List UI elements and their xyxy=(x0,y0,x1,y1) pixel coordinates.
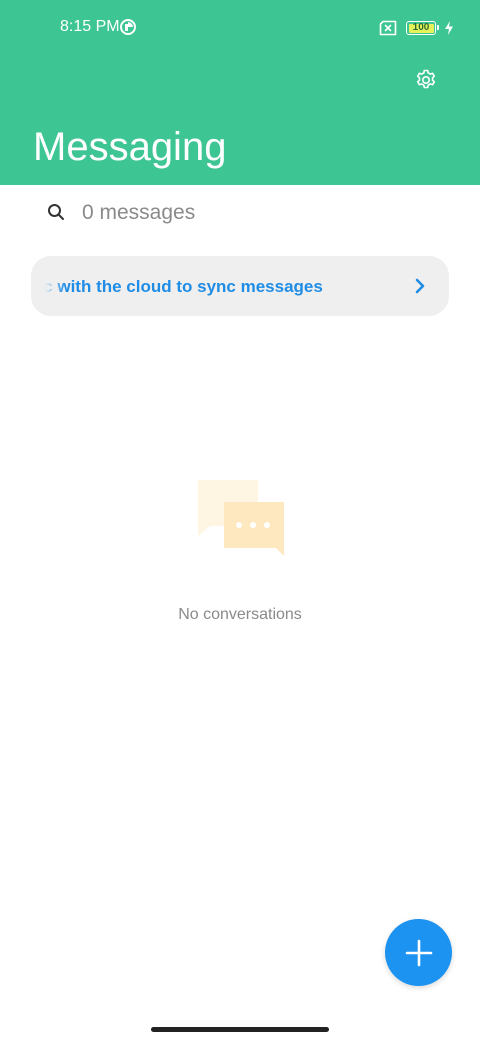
banner-fade xyxy=(31,256,65,316)
page-title: Messaging xyxy=(33,125,227,169)
new-conversation-button[interactable] xyxy=(385,919,452,986)
battery-level: 100 xyxy=(412,22,430,33)
app-header: 8:15 PM 100 Messaging xyxy=(0,0,480,185)
settings-button[interactable] xyxy=(408,62,444,98)
app-notification-icon xyxy=(120,19,136,35)
bolt-icon xyxy=(444,21,454,35)
search-bar[interactable]: 0 messages xyxy=(0,188,480,238)
plus-icon xyxy=(405,939,432,966)
cloud-sync-text: Sync with the cloud to sync messages xyxy=(31,277,323,296)
home-indicator[interactable] xyxy=(151,1027,329,1032)
status-time: 8:15 PM xyxy=(60,18,120,35)
battery-indicator: 100 xyxy=(406,21,439,35)
search-placeholder: 0 messages xyxy=(82,201,196,224)
no-sim-icon xyxy=(378,20,398,36)
cloud-sync-banner[interactable]: Sync with the cloud to sync messages xyxy=(31,256,449,316)
chevron-right-icon xyxy=(413,276,427,296)
chat-bubbles-icon xyxy=(196,478,286,560)
gear-icon xyxy=(416,69,436,89)
status-bar: 8:15 PM 100 xyxy=(0,0,480,56)
search-icon xyxy=(46,202,66,222)
empty-state-message: No conversations xyxy=(178,606,302,623)
status-icons: 100 xyxy=(378,18,454,38)
